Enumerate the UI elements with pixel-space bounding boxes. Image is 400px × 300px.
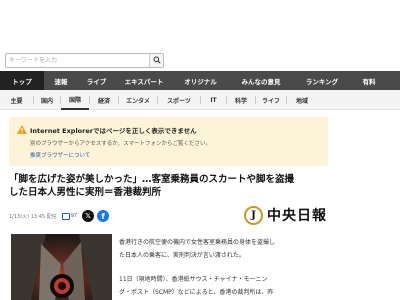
global-nav: トップ 速報 ライブ エキスパート オリジナル みんなの意見 ランキング 有料: [0, 71, 400, 90]
search-button[interactable]: [149, 54, 163, 67]
gnav-item-live[interactable]: ライブ: [78, 71, 115, 90]
category-item-science[interactable]: 科学: [227, 90, 255, 110]
category-item-it[interactable]: IT: [201, 90, 226, 110]
category-nav: 主要 国内 国際 経済 エンタメ スポーツ IT 科学 ライフ 地域: [0, 90, 400, 110]
article-photo[interactable]: [11, 234, 112, 300]
search-input[interactable]: [9, 55, 147, 66]
category-item-domestic[interactable]: 国内: [34, 90, 60, 110]
publish-date: 1/13(火) 13:45 配信: [9, 213, 57, 220]
facebook-share-icon[interactable]: f: [97, 210, 110, 222]
notice-title: Internet Explorerではページを正しく表示できません: [30, 127, 197, 135]
gnav-item-top[interactable]: トップ: [0, 71, 44, 90]
notice-text: 別のブラウザーからアクセスするか、スマートフォンからご覧ください。: [30, 141, 211, 147]
category-item-sports[interactable]: スポーツ: [158, 90, 200, 110]
gnav-item-breaking[interactable]: 速報: [44, 71, 78, 90]
hidden-camera-image: [11, 234, 112, 300]
search-box: [5, 53, 164, 68]
category-item-local[interactable]: 地域: [287, 90, 317, 110]
headline-line: した日本人男性に実刑＝香港裁判所: [9, 187, 162, 198]
body-line: 香港行きの航空便の機内で女性客室乗務員の身体を盗撮し: [119, 239, 276, 246]
gnav-item-original[interactable]: オリジナル: [173, 71, 228, 90]
category-item-main[interactable]: 主要: [0, 90, 33, 110]
page-header: [0, 0, 400, 50]
comment-icon[interactable]: [61, 212, 70, 220]
article-headline: 「脚を広げた姿が美しかった」…客室乗務員のスカートや脚を盗撮 した日本人男性に実…: [9, 173, 334, 199]
body-line: グ・ポスト（SCMP）などによると、香港の裁判所は、昨: [119, 289, 274, 296]
body-line: た日本人の乗客に、実刑判決が言い渡された。: [119, 252, 245, 259]
search-icon: [153, 56, 161, 64]
source-name: 中央日報: [267, 208, 327, 224]
gnav-item-paid[interactable]: 有料: [350, 71, 388, 90]
recommended-browsers-link[interactable]: 推奨ブラウザーについて: [30, 151, 90, 159]
warning-icon: [17, 125, 27, 134]
source-logo[interactable]: J 中央日報: [244, 204, 327, 226]
article-meta: 1/13(火) 13:45 配信 97 𝕏 f: [9, 210, 110, 222]
joongang-logo-mark: J: [244, 205, 263, 225]
gnav-item-ranking[interactable]: ランキング: [294, 71, 350, 90]
body-line: 11日（現地時間）、香港紙サウス・チャイナ・モーニン: [119, 276, 268, 283]
category-item-world[interactable]: 国際: [61, 90, 89, 110]
category-item-life[interactable]: ライフ: [256, 90, 286, 110]
x-share-icon[interactable]: 𝕏: [82, 210, 95, 222]
gnav-item-expert[interactable]: エキスパート: [115, 71, 173, 90]
category-item-entertainment[interactable]: エンタメ: [119, 90, 157, 110]
gnav-item-opinions[interactable]: みんなの意見: [228, 71, 294, 90]
comment-count[interactable]: 97: [71, 213, 77, 219]
article-body: 香港行きの航空便の機内で女性客室乗務員の身体を盗撮し た日本人の乗客に、実刑判決…: [119, 236, 389, 299]
category-item-economy[interactable]: 経済: [90, 90, 118, 110]
headline-line: 「脚を広げた姿が美しかった」…客室乗務員のスカートや脚を盗撮: [9, 174, 295, 185]
browser-warning-notice: Internet Explorerではページを正しく表示できません 別のブラウザ…: [9, 117, 328, 166]
